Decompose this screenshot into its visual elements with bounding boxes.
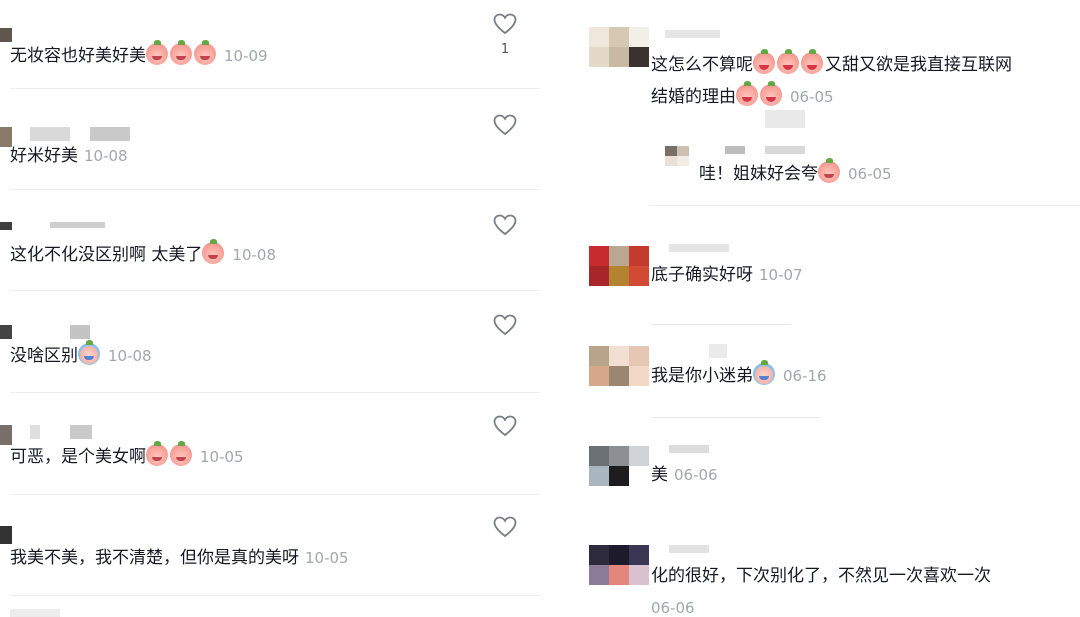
separator bbox=[10, 189, 540, 190]
separator bbox=[10, 88, 540, 89]
blush-emoji-icon bbox=[202, 239, 225, 264]
avatar[interactable] bbox=[589, 27, 649, 87]
blush-emoji-icon bbox=[818, 158, 840, 183]
comment-date: 06-06 bbox=[651, 599, 695, 617]
right-comment-panel: 这怎么不算呢 又甜又欲是我直接互联网 结婚的理由 06-05 哇！姐妹好会夸 06-0… bbox=[585, 0, 1080, 617]
avatar[interactable] bbox=[0, 325, 12, 339]
comment-text-5: 可恶，是个美女啊 10-05 bbox=[10, 441, 244, 470]
blush-emoji-icon bbox=[194, 40, 216, 65]
comment-text-3: 这化不化没区别啊 太美了 10-08 bbox=[10, 239, 276, 268]
separator bbox=[10, 290, 540, 291]
comment-text-r3: 我是你小迷弟 06-16 bbox=[651, 360, 827, 389]
comment-date: 10-07 bbox=[759, 266, 803, 284]
avatar[interactable] bbox=[0, 526, 12, 544]
username-blurred[interactable] bbox=[709, 344, 739, 358]
crying-emoji-icon bbox=[753, 360, 775, 385]
heart-outline-icon[interactable] bbox=[493, 314, 517, 336]
heart-eyes-emoji-icon bbox=[753, 49, 775, 74]
comment-text-r5: 化的很好，下次别化了，不然见一次喜欢一次 bbox=[651, 566, 991, 586]
heart-outline-icon[interactable] bbox=[493, 13, 517, 35]
heart-outline-icon[interactable] bbox=[493, 114, 517, 136]
left-comment-panel: 无妆容也好美好美 10-09 1 好米好美 10-08 这化不化没区别啊 太美了 10… bbox=[0, 0, 545, 617]
comment-date: 06-16 bbox=[783, 367, 827, 385]
comment-date: 10-09 bbox=[224, 47, 268, 65]
username-blurred[interactable] bbox=[50, 222, 110, 236]
avatar[interactable] bbox=[0, 425, 12, 445]
username-blurred[interactable] bbox=[725, 146, 815, 160]
username-blurred[interactable] bbox=[669, 244, 749, 258]
separator bbox=[10, 595, 540, 596]
heart-eyes-emoji-icon bbox=[777, 49, 799, 74]
crying-emoji-icon bbox=[78, 340, 100, 365]
comment-date: 06-05 bbox=[848, 165, 892, 183]
avatar[interactable] bbox=[0, 222, 12, 230]
username-blurred[interactable] bbox=[70, 325, 100, 339]
comment-text-1: 无妆容也好美好美 10-09 bbox=[10, 40, 268, 69]
heart-eyes-emoji-icon bbox=[760, 81, 782, 106]
separator bbox=[651, 324, 791, 325]
comment-date: 10-08 bbox=[84, 147, 128, 165]
comment-date: 10-05 bbox=[200, 448, 244, 466]
avatar[interactable] bbox=[589, 246, 649, 286]
comment-date: 10-05 bbox=[305, 549, 349, 567]
blush-emoji-icon bbox=[170, 40, 192, 65]
crying-emoji-icon bbox=[170, 441, 192, 466]
separator bbox=[651, 205, 1080, 206]
comment-text-6: 我美不美，我不清楚，但你是真的美呀 10-05 bbox=[10, 548, 349, 568]
heart-outline-icon[interactable] bbox=[493, 516, 517, 538]
avatar[interactable] bbox=[589, 446, 649, 486]
username-blurred[interactable] bbox=[30, 127, 150, 141]
comment-text-r1: 这怎么不算呢 又甜又欲是我直接互联网 bbox=[651, 49, 1012, 78]
avatar[interactable] bbox=[589, 545, 649, 585]
heart-eyes-emoji-icon bbox=[736, 81, 758, 106]
comment-date: 10-08 bbox=[232, 246, 276, 264]
comment-date: 06-05 bbox=[790, 88, 834, 106]
avatar[interactable] bbox=[665, 146, 689, 166]
heart-eyes-emoji-icon bbox=[801, 49, 823, 74]
username-blurred[interactable] bbox=[669, 545, 719, 559]
separator bbox=[10, 494, 540, 495]
username-blurred[interactable] bbox=[10, 609, 70, 617]
reply-text: 哇！姐妹好会夸 06-05 bbox=[699, 158, 892, 187]
comment-text-2: 好米好美 10-08 bbox=[10, 146, 128, 166]
username-blurred[interactable] bbox=[765, 110, 835, 128]
crying-emoji-icon bbox=[146, 441, 168, 466]
separator bbox=[10, 392, 540, 393]
like-count: 1 bbox=[500, 42, 510, 57]
avatar[interactable] bbox=[0, 28, 12, 42]
comment-date: 06-06 bbox=[674, 466, 718, 484]
username-blurred[interactable] bbox=[669, 445, 719, 459]
comment-text-r1-line2: 结婚的理由 06-05 bbox=[651, 81, 834, 110]
blush-emoji-icon bbox=[146, 40, 168, 65]
separator bbox=[651, 417, 821, 418]
comment-text-r2: 底子确实好呀 10-07 bbox=[651, 265, 803, 285]
heart-outline-icon[interactable] bbox=[493, 415, 517, 437]
heart-outline-icon[interactable] bbox=[493, 214, 517, 236]
username-blurred[interactable] bbox=[30, 425, 100, 439]
comment-text-r4: 美 06-06 bbox=[651, 465, 718, 485]
avatar[interactable] bbox=[589, 346, 649, 386]
comment-date: 10-08 bbox=[108, 347, 152, 365]
comment-text-4: 没啥区别 10-08 bbox=[10, 340, 152, 369]
username-blurred[interactable] bbox=[665, 30, 725, 44]
